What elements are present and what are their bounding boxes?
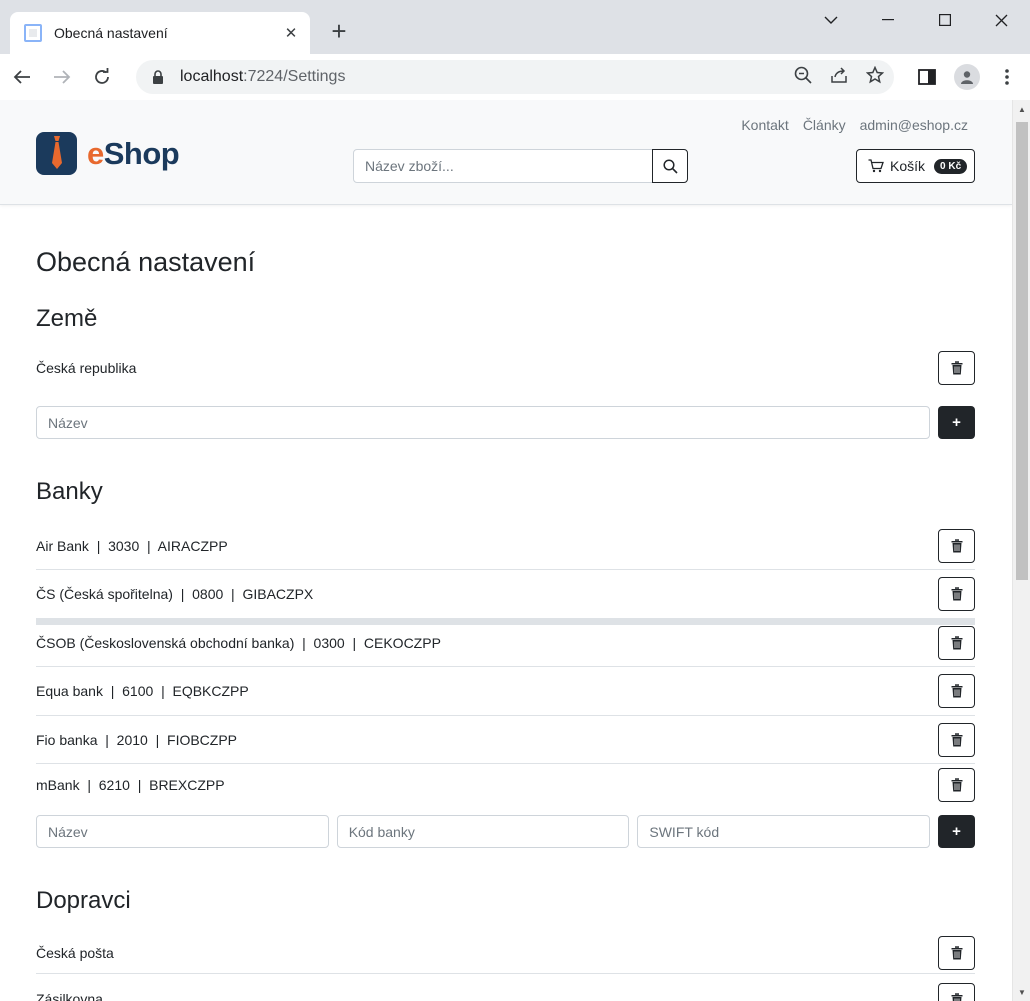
logo-text: eShop (87, 135, 180, 171)
delete-carrier-button[interactable] (938, 936, 975, 970)
bank-name-input[interactable] (36, 815, 329, 848)
zoom-icon[interactable] (794, 66, 812, 89)
bank-info: ČS (Česká spořitelna) | 0800 | GIBACZPX (36, 586, 314, 602)
articles-link[interactable]: Články (803, 117, 846, 133)
delete-bank-button[interactable] (938, 625, 975, 660)
delete-bank-button[interactable] (938, 529, 975, 563)
reload-icon[interactable] (84, 59, 120, 95)
carrier-row: Zásilkovna (36, 983, 975, 1001)
carrier-row: Česká pošta (36, 933, 975, 974)
swift-code-input[interactable] (637, 815, 931, 848)
search-button[interactable] (652, 149, 688, 183)
trash-icon (951, 946, 962, 960)
menu-dots-icon[interactable] (994, 64, 1020, 90)
bank-row: Equa bank | 6100 | EQBKCZPP (36, 667, 975, 716)
trash-icon (951, 993, 962, 1001)
bank-info: Fio banka | 2010 | FIOBCZPP (36, 731, 238, 748)
bank-info: mBank | 6210 | BREXCZPP (36, 776, 225, 793)
contact-link[interactable]: Kontakt (741, 117, 788, 133)
trash-icon (951, 361, 962, 375)
page-viewport: eShop Kontakt Články admin@eshop.cz Koší… (0, 100, 1012, 1001)
side-panel-icon[interactable] (914, 64, 940, 90)
browser-chrome: Obecná nastavení ✕ + localhost:7224/Set… (0, 0, 1030, 100)
url-host: localhost (180, 68, 244, 85)
toolbar-right (914, 60, 1020, 94)
back-arrow-icon[interactable] (4, 59, 40, 95)
logo-badge (36, 132, 77, 175)
search-input[interactable] (353, 149, 653, 183)
delete-bank-button[interactable] (938, 767, 975, 802)
chevron-down-icon[interactable] (802, 0, 859, 40)
delete-carrier-button[interactable] (938, 983, 975, 1001)
address-bar-actions (794, 60, 885, 94)
bank-code-input[interactable] (336, 815, 630, 848)
country-name-input[interactable] (36, 406, 931, 439)
product-search (353, 149, 688, 183)
forward-arrow-icon[interactable] (44, 59, 80, 95)
url-path: :7224/Settings (243, 68, 346, 85)
delete-bank-button[interactable] (938, 674, 975, 708)
address-bar[interactable]: localhost:7224/Settings (136, 60, 894, 94)
trash-icon (951, 539, 962, 553)
browser-toolbar: localhost:7224/Settings (0, 54, 1030, 100)
page-icon (24, 24, 42, 42)
bank-info: Air Bank | 3030 | AIRACZPP (36, 538, 228, 554)
star-icon[interactable] (865, 65, 885, 89)
add-country-button[interactable]: + (938, 406, 975, 439)
maximize-icon[interactable] (916, 0, 973, 40)
close-window-icon[interactable] (973, 0, 1030, 40)
minimize-icon[interactable] (859, 0, 916, 40)
add-country-form: + (36, 406, 975, 439)
add-bank-form: + (36, 815, 976, 848)
share-icon[interactable] (830, 66, 848, 89)
countries-title: Země (36, 305, 98, 332)
country-name: Česká republika (36, 360, 137, 376)
tab-title: Obecná nastavení (54, 25, 168, 41)
carrier-name: Česká pošta (36, 945, 114, 961)
account-link[interactable]: admin@eshop.cz (860, 117, 968, 133)
site-logo[interactable]: eShop (36, 132, 180, 175)
trash-icon (951, 635, 962, 649)
cart-button[interactable]: Košík 0 Kč (856, 149, 975, 183)
scroll-down-icon[interactable]: ▼ (1013, 983, 1030, 1001)
country-row: Česká republika (36, 351, 975, 385)
lock-icon (150, 69, 166, 85)
profile-avatar-icon[interactable] (954, 64, 980, 90)
delete-bank-button[interactable] (938, 722, 975, 757)
bank-row: mBank | 6210 | BREXCZPP (36, 764, 975, 805)
site-header: eShop Kontakt Články admin@eshop.cz Koší… (0, 100, 1012, 205)
delete-bank-button[interactable] (938, 577, 975, 611)
bank-row: Fio banka | 2010 | FIOBCZPP (36, 716, 975, 764)
cart-icon (868, 159, 884, 173)
delete-country-button[interactable] (938, 351, 975, 385)
scroll-up-icon[interactable]: ▲ (1013, 100, 1030, 118)
tie-icon (51, 136, 62, 169)
bank-info: ČSOB (Československá obchodní banka) | 0… (36, 634, 441, 651)
close-icon[interactable]: ✕ (282, 24, 300, 42)
carriers-title: Dopravci (36, 887, 131, 914)
bank-info: Equa bank | 6100 | EQBKCZPP (36, 683, 249, 699)
page-title: Obecná nastavení (36, 247, 256, 277)
top-links: Kontakt Články admin@eshop.cz (741, 117, 968, 133)
page-scrollbar[interactable]: ▲ ▼ (1012, 100, 1030, 1001)
trash-icon (951, 777, 962, 791)
browser-tab[interactable]: Obecná nastavení ✕ (10, 12, 310, 54)
trash-icon (951, 732, 962, 746)
new-tab-button[interactable]: + (326, 18, 352, 46)
add-bank-button[interactable]: + (938, 815, 976, 848)
trash-icon (951, 684, 962, 698)
bank-row: Air Bank | 3030 | AIRACZPP (36, 525, 975, 570)
bank-row: ČS (Česká spořitelna) | 0800 | GIBACZPX (36, 570, 975, 619)
carrier-name: Zásilkovna (36, 991, 103, 1001)
search-icon (662, 158, 678, 174)
cart-label: Košík (890, 158, 926, 174)
trash-icon (951, 587, 962, 601)
cart-total-badge: 0 Kč (934, 158, 968, 174)
window-controls (802, 0, 1030, 40)
banks-title: Banky (36, 478, 103, 505)
bank-row: ČSOB (Československá obchodní banka) | 0… (36, 619, 975, 667)
scroll-thumb[interactable] (1016, 122, 1028, 580)
